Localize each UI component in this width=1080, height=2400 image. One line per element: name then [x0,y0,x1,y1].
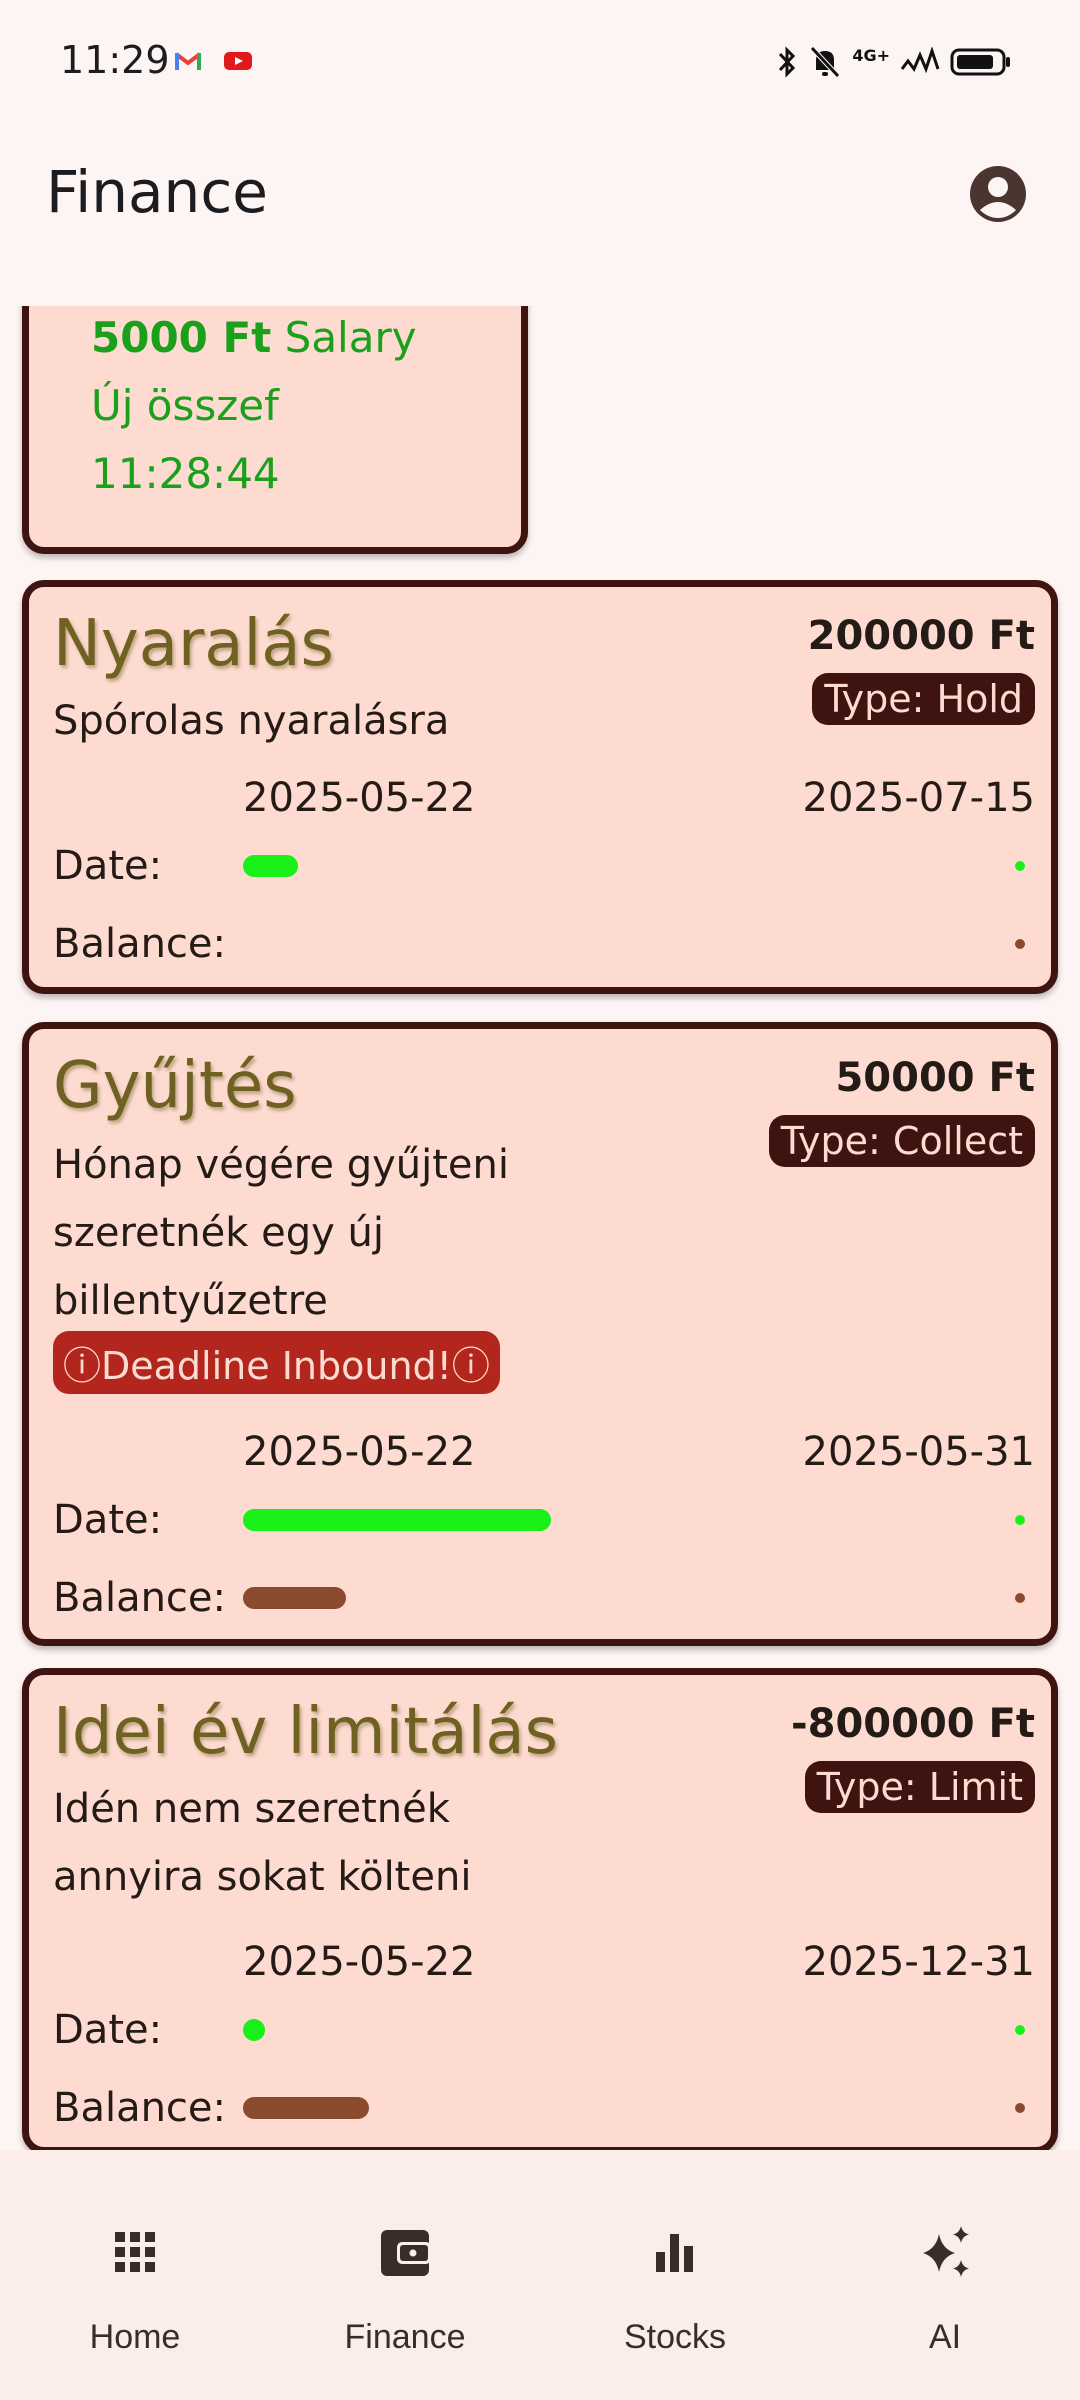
balance-progress-end-dot [1015,1593,1025,1603]
nav-label-ai: AI [928,2318,962,2356]
balance-progress-label: Balance: [53,1575,227,1621]
goal-card[interactable]: Nyaralás 200000 Ft Type: Hold Spórolas n… [22,580,1058,994]
transaction-card[interactable]: 5000 Ft Salary Új összef 11:28:44 [22,306,528,554]
date-progress-label: Date: [53,2007,163,2053]
battery-icon [950,48,1010,76]
goal-type-badge: Type: Hold [812,673,1035,725]
status-time: 11:29 [60,38,170,82]
date-progress-label: Date: [53,843,163,889]
nav-item-stocks[interactable]: Stocks [540,2150,810,2400]
goal-card[interactable]: Gyűjtés 50000 Ft Type: Collect Hónap vég… [22,1022,1058,1646]
nav-label-stocks: Stocks [623,2318,727,2356]
transaction-amount: 5000 Ft [91,313,272,362]
goal-title: Gyűjtés [53,1049,297,1123]
transaction-category: Salary [284,313,417,362]
goal-amount: -800000 Ft [791,1701,1035,1747]
deadline-warning-badge: ⓘDeadline Inbound!ⓘ [53,1331,500,1394]
balance-progress-bar [243,1587,346,1609]
nav-item-home[interactable]: Home [0,2150,270,2400]
balance-progress-end-dot [1015,939,1025,949]
network-type-label: 4G+ [852,45,890,65]
goal-card[interactable]: Idei év limitálás -800000 Ft Type: Limit… [22,1668,1058,2150]
goal-description: Hónap végére gyűjteni szeretnék egy új b… [53,1142,509,1324]
grid-icon [115,2232,155,2272]
date-progress-end-dot [1015,2025,1025,2035]
date-progress-end-dot [1015,861,1025,871]
goal-start-date: 2025-05-22 [243,775,476,821]
top-app-bar: Finance [0,128,1080,306]
goal-start-date: 2025-05-22 [243,1429,476,1475]
goal-end-date: 2025-12-31 [802,1939,1035,1985]
goal-amount: 50000 Ft [835,1055,1035,1101]
goal-end-date: 2025-05-31 [802,1429,1035,1475]
balance-progress-end-dot [1015,2103,1025,2113]
transaction-note: Új összef [91,381,279,430]
balance-progress-label: Balance: [53,921,227,967]
date-progress-bar [243,2019,265,2041]
nav-label-finance: Finance [344,2318,466,2356]
goal-start-date: 2025-05-22 [243,1939,476,1985]
signal-icon [900,47,940,74]
gmail-icon [174,52,202,70]
goal-end-date: 2025-07-15 [802,775,1035,821]
goals-list[interactable]: 5000 Ft Salary Új összef 11:28:44 Nyaral… [0,306,1080,2150]
status-icons: 4G+ [776,42,1012,82]
balance-progress-bar [243,2097,369,2119]
goal-description: Spórolas nyaralásra [53,698,450,744]
page-title: Finance [46,158,268,226]
transaction-amount-line: 5000 Ft Salary [91,313,417,362]
date-progress-bar [243,1509,551,1531]
bluetooth-icon [779,46,796,78]
bar-chart-icon [656,2234,693,2272]
wallet-icon [381,2230,431,2276]
goal-amount: 200000 Ft [807,613,1035,659]
account-circle-icon[interactable] [968,164,1028,224]
goal-title: Nyaralás [53,607,334,681]
transaction-time: 11:28:44 [91,449,280,498]
sparkle-icon [923,2226,969,2277]
date-progress-label: Date: [53,1497,163,1543]
nav-item-finance[interactable]: Finance [270,2150,540,2400]
bottom-navigation: Home Finance Stocks AI [0,2150,1080,2400]
goal-description: Idén nem szeretnék annyira sokat költeni [53,1786,472,1900]
goal-type-badge: Type: Limit [804,1761,1035,1813]
mute-bell-icon [810,46,841,78]
goal-title: Idei év limitálás [53,1695,558,1769]
balance-progress-label: Balance: [53,2085,227,2131]
nav-item-ai[interactable]: AI [810,2150,1080,2400]
nav-label-home: Home [89,2318,181,2356]
goal-type-badge: Type: Collect [768,1115,1035,1167]
date-progress-bar [243,855,298,877]
youtube-icon [224,52,252,70]
status-bar: 11:29 4G+ [0,0,1080,128]
date-progress-end-dot [1015,1515,1025,1525]
